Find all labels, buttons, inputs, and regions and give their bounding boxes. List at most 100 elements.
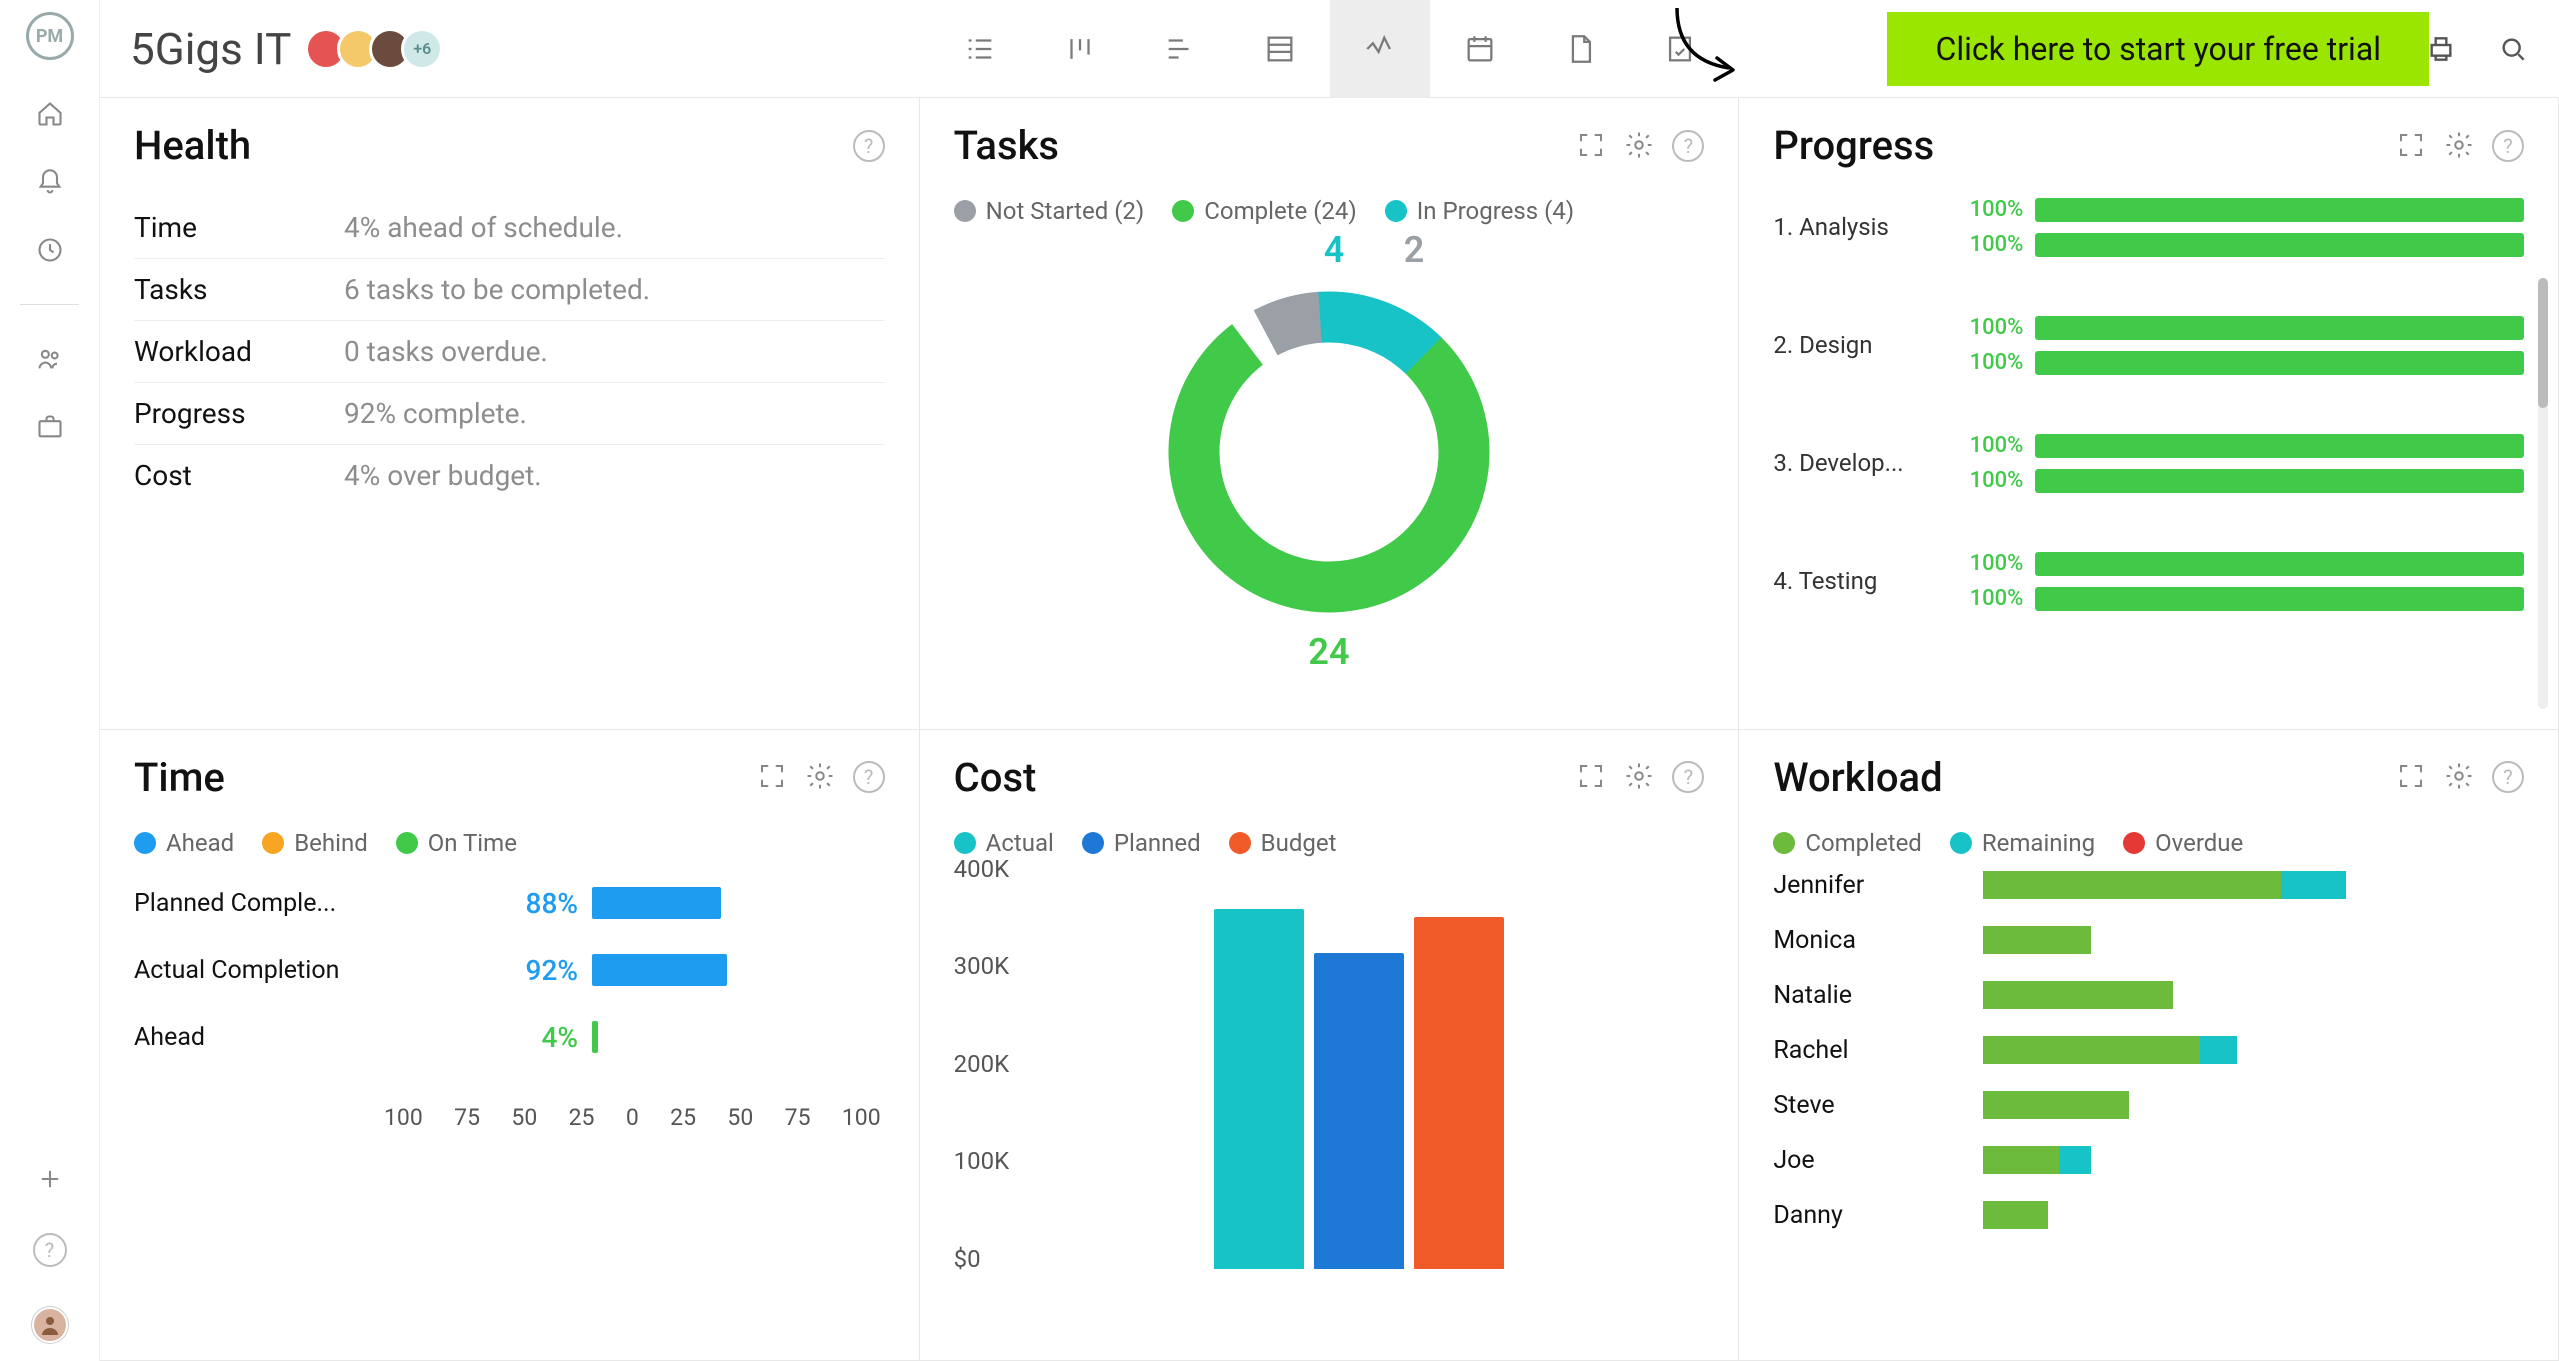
help-icon[interactable]: ?	[853, 761, 885, 793]
panel-health: Health ? Time 4% ahead of schedule. Task…	[100, 98, 920, 730]
view-list[interactable]	[930, 0, 1030, 98]
view-calendar[interactable]	[1430, 0, 1530, 98]
workload-bar	[1983, 871, 2524, 899]
home-icon[interactable]	[36, 100, 64, 128]
help-icon[interactable]: ?	[1672, 130, 1704, 162]
print-icon[interactable]	[2425, 33, 2457, 65]
legend-item[interactable]: Ahead	[134, 829, 234, 857]
view-files[interactable]	[1530, 0, 1630, 98]
workload-bar	[1983, 926, 2524, 954]
workload-bar	[1983, 1146, 2524, 1174]
gear-icon[interactable]	[2444, 130, 2474, 160]
progress-pct: 100%	[1953, 433, 2023, 458]
axis-tick: 100	[384, 1104, 423, 1131]
progress-pct: 100%	[1953, 468, 2023, 493]
legend-item[interactable]: Actual	[954, 829, 1054, 857]
gear-icon[interactable]	[1624, 130, 1654, 160]
workload-completed	[1983, 1146, 2059, 1174]
project-title: 5Gigs IT	[130, 23, 291, 75]
donut-value-inprogress: 4	[1324, 229, 1345, 271]
view-gantt[interactable]	[1130, 0, 1230, 98]
progress-bar	[2035, 469, 2524, 493]
rail-divider	[20, 304, 79, 305]
legend-label: Overdue	[2155, 829, 2243, 857]
legend-label: Not Started (2)	[986, 197, 1145, 225]
time-label: Actual Completion	[134, 956, 344, 985]
help-icon[interactable]: ?	[33, 1233, 67, 1267]
portfolio-icon[interactable]	[36, 413, 64, 441]
gear-icon[interactable]	[805, 761, 835, 791]
legend-item[interactable]: Behind	[262, 829, 368, 857]
expand-icon[interactable]	[2396, 761, 2426, 791]
axis-tick: 0	[626, 1104, 639, 1131]
legend-item[interactable]: Overdue	[2123, 829, 2243, 857]
axis-tick: 100K	[954, 1147, 1010, 1175]
bell-icon[interactable]	[36, 168, 64, 196]
health-row: Tasks 6 tasks to be completed.	[134, 258, 885, 320]
cost-bar-chart	[1074, 869, 1685, 1269]
legend-item[interactable]: On Time	[396, 829, 517, 857]
workload-name: Rachel	[1773, 1036, 1963, 1065]
health-row: Workload 0 tasks overdue.	[134, 320, 885, 382]
legend-item[interactable]: Remaining	[1950, 829, 2095, 857]
time-value: 4%	[358, 1021, 578, 1054]
panel-workload: Workload ? Completed Remaining Overdue J…	[1739, 730, 2559, 1361]
legend-dot	[262, 832, 284, 854]
legend-dot	[954, 832, 976, 854]
search-icon[interactable]	[2497, 33, 2529, 65]
expand-icon[interactable]	[757, 761, 787, 791]
help-icon[interactable]: ?	[2492, 761, 2524, 793]
team-icon[interactable]	[36, 345, 64, 373]
legend-item[interactable]: Not Started (2)	[954, 197, 1145, 225]
cost-bar-actual	[1214, 909, 1304, 1269]
health-row: Cost 4% over budget.	[134, 444, 885, 506]
expand-icon[interactable]	[2396, 130, 2426, 160]
progress-bar	[2035, 552, 2524, 576]
legend-label: Behind	[294, 829, 368, 857]
scrollbar[interactable]	[2538, 278, 2548, 709]
progress-pct: 100%	[1953, 586, 2023, 611]
axis-tick: $0	[954, 1245, 981, 1273]
health-value: 4% over budget.	[344, 459, 542, 492]
time-row: Ahead 4%	[134, 1021, 885, 1054]
legend-item[interactable]: In Progress (4)	[1385, 197, 1574, 225]
gear-icon[interactable]	[1624, 761, 1654, 791]
add-icon[interactable]	[36, 1165, 64, 1193]
free-trial-banner[interactable]: Click here to start your free trial	[1887, 12, 2429, 86]
member-avatars[interactable]: +6	[315, 28, 443, 70]
help-icon[interactable]: ?	[853, 130, 885, 162]
expand-icon[interactable]	[1576, 130, 1606, 160]
help-icon[interactable]: ?	[1672, 761, 1704, 793]
legend-item[interactable]: Completed	[1773, 829, 1922, 857]
axis-tick: 75	[785, 1104, 811, 1131]
view-board[interactable]	[1030, 0, 1130, 98]
gear-icon[interactable]	[2444, 761, 2474, 791]
view-dashboard[interactable]	[1330, 0, 1430, 98]
app-logo: PM	[26, 12, 74, 60]
legend-item[interactable]: Planned	[1082, 829, 1201, 857]
workload-row: Natalie	[1773, 981, 2524, 1010]
panel-title: Cost	[954, 754, 1037, 801]
legend-label: On Time	[428, 829, 517, 857]
legend-item[interactable]: Budget	[1229, 829, 1337, 857]
view-sheet[interactable]	[1230, 0, 1330, 98]
workload-bar	[1983, 1201, 2524, 1229]
cost-bar-planned	[1314, 953, 1404, 1269]
panel-title: Health	[134, 122, 251, 169]
legend-item[interactable]: Complete (24)	[1172, 197, 1356, 225]
legend-dot	[954, 200, 976, 222]
avatar-more[interactable]: +6	[401, 28, 443, 70]
donut-value-notstarted: 2	[1404, 229, 1425, 271]
progress-label: 4. Testing	[1773, 567, 1933, 595]
workload-name: Danny	[1773, 1201, 1963, 1230]
time-bar	[592, 1021, 598, 1053]
legend-label: Actual	[986, 829, 1054, 857]
workload-completed	[1983, 871, 2280, 899]
expand-icon[interactable]	[1576, 761, 1606, 791]
user-avatar[interactable]	[32, 1307, 68, 1343]
progress-bar	[2035, 351, 2524, 375]
workload-bar	[1983, 1091, 2524, 1119]
help-icon[interactable]: ?	[2492, 130, 2524, 162]
recent-icon[interactable]	[36, 236, 64, 264]
workload-bar	[1983, 1036, 2524, 1064]
